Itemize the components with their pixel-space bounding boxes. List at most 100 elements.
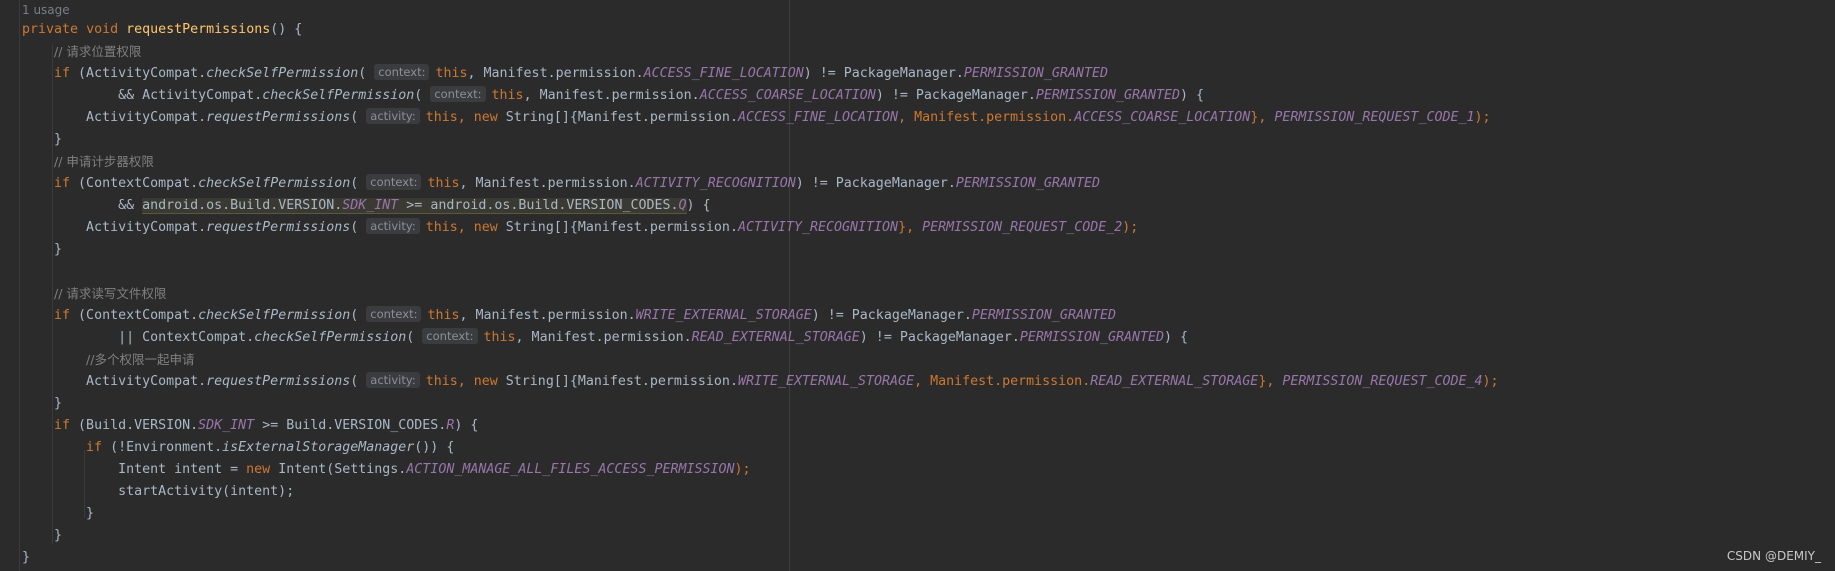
code-line-14[interactable]: || ContextCompat.checkSelfPermission( co… [22,327,1188,349]
keyword-void: void [86,22,119,37]
keyword-new: new [473,220,498,235]
usage-hint[interactable]: 1 usage [22,0,70,20]
constant: WRITE_EXTERNAL_STORAGE [635,308,812,323]
code-line-22[interactable]: } [22,503,94,525]
code-line-18[interactable]: if (Build.VERSION.SDK_INT >= Build.VERSI… [22,415,478,437]
code-line-6[interactable]: } [22,129,62,151]
constant: PERMISSION_GRANTED [971,308,1116,323]
code-text: ( [414,88,431,103]
constant: SDK_INT [342,198,399,213]
constant: Q [678,198,687,213]
code-line-5[interactable]: ActivityCompat.requestPermissions( activ… [22,107,1491,129]
code-line-7[interactable]: // 申请计步器权限 [22,151,154,173]
constant: PERMISSION_REQUEST_CODE_4 [1282,374,1483,389]
code-text: , Manifest.permission. [523,88,700,103]
code-text: >= android.os.Build.VERSION_CODES. [398,198,679,213]
code-line-11[interactable]: } [22,239,62,261]
constant: READ_EXTERNAL_STORAGE [1090,374,1259,389]
code-text: && ActivityCompat. [118,88,263,103]
code-line-23[interactable]: } [22,525,62,547]
code-line-16[interactable]: ActivityCompat.requestPermissions( activ… [22,371,1499,393]
code-text: } [22,132,63,147]
code-text: ( [350,110,367,125]
keyword-this: this [425,110,458,125]
code-text: ( [406,330,423,345]
method-call: checkSelfPermission [206,66,359,81]
method-call: checkSelfPermission [198,176,351,191]
code-line-3[interactable]: if (ActivityCompat.checkSelfPermission( … [22,63,1108,85]
constant: ACTIVITY_RECOGNITION [635,176,796,191]
code-text: }, [1258,374,1283,389]
code-line-13[interactable]: if (ContextCompat.checkSelfPermission( c… [22,305,1116,327]
code-line-2[interactable]: // 请求位置权限 [22,41,141,63]
code-text: || ContextCompat. [118,330,255,345]
code-text: , Manifest.permission. [898,110,1075,125]
constant: PERMISSION_GRANTED [963,66,1108,81]
constant: PERMISSION_GRANTED [955,176,1100,191]
parameter-hint: context: [366,306,422,322]
code-text: , Manifest.permission. [515,330,692,345]
code-text: ) != PackageManager. [803,66,964,81]
code-text: } [22,506,95,521]
comment: // 请求位置权限 [54,44,142,59]
code-text: ) { [454,418,479,433]
keyword-if: if [54,308,71,323]
keyword-if: if [54,66,71,81]
code-line-21[interactable]: startActivity(intent); [22,481,294,503]
keyword-new: new [473,110,498,125]
code-line-8[interactable]: if (ContextCompat.checkSelfPermission( c… [22,173,1100,195]
code-line-9[interactable]: && android.os.Build.VERSION.SDK_INT >= a… [22,195,711,217]
code-text: String[]{Manifest.permission. [497,220,738,235]
keyword-this: this [435,66,468,81]
code-text: >= Build.VERSION_CODES. [254,418,447,433]
code-text: ActivityCompat. [86,374,207,389]
code-line-17[interactable]: } [22,393,62,415]
code-text: , Manifest.permission. [914,374,1091,389]
constant: PERMISSION_GRANTED [1035,88,1181,103]
code-text: ) != PackageManager. [795,176,956,191]
code-text: String[]{Manifest.permission. [497,110,738,125]
method-call: checkSelfPermission [254,330,407,345]
watermark: CSDN @DEMIY_ [1726,549,1821,563]
code-text: } [22,242,63,257]
code-line-4[interactable]: && ActivityCompat.checkSelfPermission( c… [22,85,1204,107]
code-line-20[interactable]: Intent intent = new Intent(Settings.ACTI… [22,459,750,481]
code-text: , Manifest.permission. [467,66,644,81]
comment: // 申请计步器权限 [54,154,154,169]
code-text: (!Environment. [102,440,223,455]
code-line-10[interactable]: ActivityCompat.requestPermissions( activ… [22,217,1138,239]
code-text: ( [350,308,367,323]
constant: ACCESS_FINE_LOCATION [737,110,899,125]
code-text: , Manifest.permission. [459,308,636,323]
code-text: ); [1122,220,1139,235]
code-text: (ContextCompat. [70,308,199,323]
code-text: Intent(Settings. [270,462,407,477]
code-line-15[interactable]: //多个权限一起申请 [22,349,194,371]
constant: ACCESS_FINE_LOCATION [643,66,804,81]
parameter-hint: activity: [366,372,420,388]
code-editor[interactable]: 1 usage private void requestPermissions(… [0,0,1835,571]
highlighted-expression[interactable]: android.os.Build.VERSION.SDK_INT >= andr… [142,198,687,214]
code-text: ( [350,374,367,389]
keyword-new: new [246,462,271,477]
code-text: , [457,110,474,125]
code-line-24[interactable]: } [22,547,30,569]
code-text: ) { [1164,330,1189,345]
code-line-1[interactable]: private void requestPermissions() { [22,19,302,41]
code-text: }, [1250,110,1275,125]
code-line-19[interactable]: if (!Environment.isExternalStorageManage… [22,437,454,459]
code-text: startActivity(intent); [118,484,295,499]
code-text: } [22,550,31,565]
code-line-12[interactable]: // 请求读写文件权限 [22,283,166,305]
keyword-this: this [427,308,460,323]
